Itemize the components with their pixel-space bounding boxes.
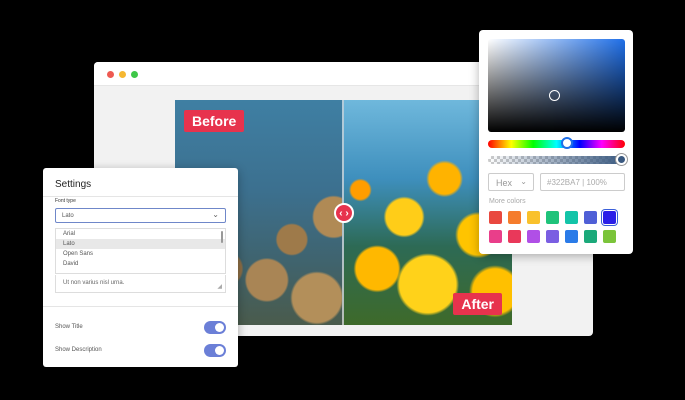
settings-panel: Settings Font type Lato ⌄ Arial Lato Ope… xyxy=(43,168,238,367)
font-option-david[interactable]: David xyxy=(56,259,225,269)
font-type-label: Font type xyxy=(55,198,76,204)
alpha-slider-knob[interactable] xyxy=(616,154,627,165)
before-label: Before xyxy=(184,110,245,132)
resize-grip-icon[interactable]: ◢ xyxy=(217,283,222,290)
settings-divider-mid xyxy=(43,306,238,307)
font-option-open-sans[interactable]: Open Sans xyxy=(56,249,225,259)
show-description-toggle[interactable] xyxy=(204,344,226,357)
description-value: Ut non varius nisl urna. xyxy=(63,280,125,286)
font-option-arial[interactable]: Arial xyxy=(56,229,225,239)
show-title-toggle[interactable] xyxy=(204,321,226,334)
color-swatch[interactable] xyxy=(546,211,559,224)
font-option-lato[interactable]: Lato xyxy=(56,239,225,249)
color-swatch[interactable] xyxy=(603,230,616,243)
font-type-select[interactable]: Lato ⌄ xyxy=(55,208,226,223)
font-options-list: Arial Lato Open Sans David xyxy=(55,228,226,274)
slider-handle[interactable]: ‹ › xyxy=(334,203,354,223)
color-swatch[interactable] xyxy=(565,230,578,243)
swatch-row-1 xyxy=(489,211,616,224)
alpha-slider[interactable] xyxy=(488,156,625,164)
hex-input[interactable]: #322BA7 | 100% xyxy=(540,173,625,191)
close-window-dot[interactable] xyxy=(107,71,114,78)
color-picker: Hex ⌄ #322BA7 | 100% More colors xyxy=(479,30,633,254)
color-swatch[interactable] xyxy=(565,211,578,224)
after-label: After xyxy=(453,293,502,315)
hex-value: #322BA7 | 100% xyxy=(547,178,607,187)
font-selected-value: Lato xyxy=(62,213,74,219)
color-swatch[interactable] xyxy=(584,230,597,243)
chevron-down-icon: ⌄ xyxy=(212,210,219,219)
toggle-row-show-title: Show Title xyxy=(55,321,226,335)
toggle-row-show-description: Show Description xyxy=(55,344,226,358)
list-scrollbar[interactable] xyxy=(221,231,223,243)
color-swatch[interactable] xyxy=(584,211,597,224)
arrows-horizontal-icon: ‹ › xyxy=(339,207,349,219)
toggle-knob xyxy=(215,323,224,332)
maximize-window-dot[interactable] xyxy=(131,71,138,78)
toggle-knob xyxy=(215,346,224,355)
show-title-label: Show Title xyxy=(55,324,83,330)
chevron-down-icon: ⌄ xyxy=(520,177,527,186)
color-swatch[interactable] xyxy=(489,211,502,224)
color-mode-select[interactable]: Hex ⌄ xyxy=(488,173,534,191)
more-colors-label: More colors xyxy=(489,198,526,205)
color-mode-value: Hex xyxy=(496,178,513,188)
color-swatch[interactable] xyxy=(527,230,540,243)
color-swatch[interactable] xyxy=(527,211,540,224)
color-swatch[interactable] xyxy=(603,211,616,224)
minimize-window-dot[interactable] xyxy=(119,71,126,78)
color-swatch[interactable] xyxy=(489,230,502,243)
saturation-area[interactable] xyxy=(488,39,625,132)
hue-slider[interactable] xyxy=(488,140,625,148)
color-swatch[interactable] xyxy=(508,230,521,243)
swatch-row-2 xyxy=(489,230,616,243)
show-description-label: Show Description xyxy=(55,347,102,353)
settings-title: Settings xyxy=(55,179,92,190)
settings-divider xyxy=(43,196,238,197)
color-swatch[interactable] xyxy=(546,230,559,243)
hue-slider-knob[interactable] xyxy=(561,137,573,149)
color-swatch[interactable] xyxy=(508,211,521,224)
saturation-cursor[interactable] xyxy=(549,90,560,101)
description-textarea[interactable]: Ut non varius nisl urna. ◢ xyxy=(55,275,226,293)
